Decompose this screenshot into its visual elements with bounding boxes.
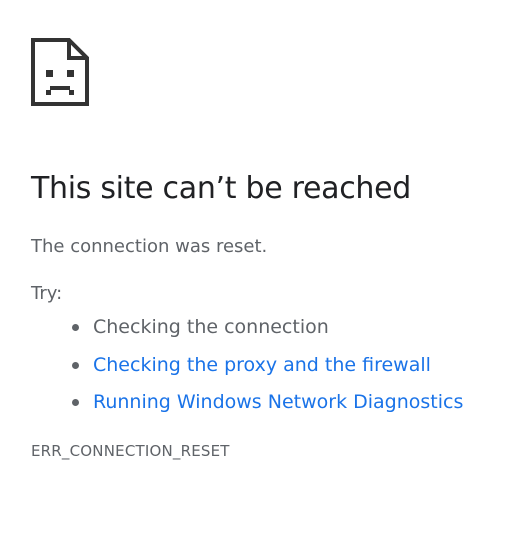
bullet-icon — [72, 361, 79, 369]
suggestion-item: Running Windows Network Diagnostics — [31, 390, 530, 414]
suggestion-item: Checking the proxy and the firewall — [31, 353, 530, 377]
main-message: This site can’t be reached The connectio… — [31, 170, 530, 461]
sad-page-icon — [31, 38, 89, 106]
suggestion-item: Checking the connection — [31, 315, 530, 339]
error-page: This site can’t be reached The connectio… — [31, 38, 530, 461]
bullet-icon — [72, 399, 79, 406]
error-code: ERR_CONNECTION_RESET — [31, 442, 230, 460]
suggestion-network-diagnostics-link[interactable]: Running Windows Network Diagnostics — [93, 391, 463, 413]
error-headline: This site can’t be reached — [31, 171, 412, 206]
suggestion-check-connection: Checking the connection — [93, 316, 329, 338]
suggestion-proxy-firewall-link[interactable]: Checking the proxy and the firewall — [93, 354, 431, 376]
error-subtext: The connection was reset. — [31, 236, 268, 257]
suggestions-list: Checking the connection Checking the pro… — [31, 315, 530, 414]
bullet-icon — [72, 324, 79, 331]
try-label: Try: — [31, 283, 63, 304]
